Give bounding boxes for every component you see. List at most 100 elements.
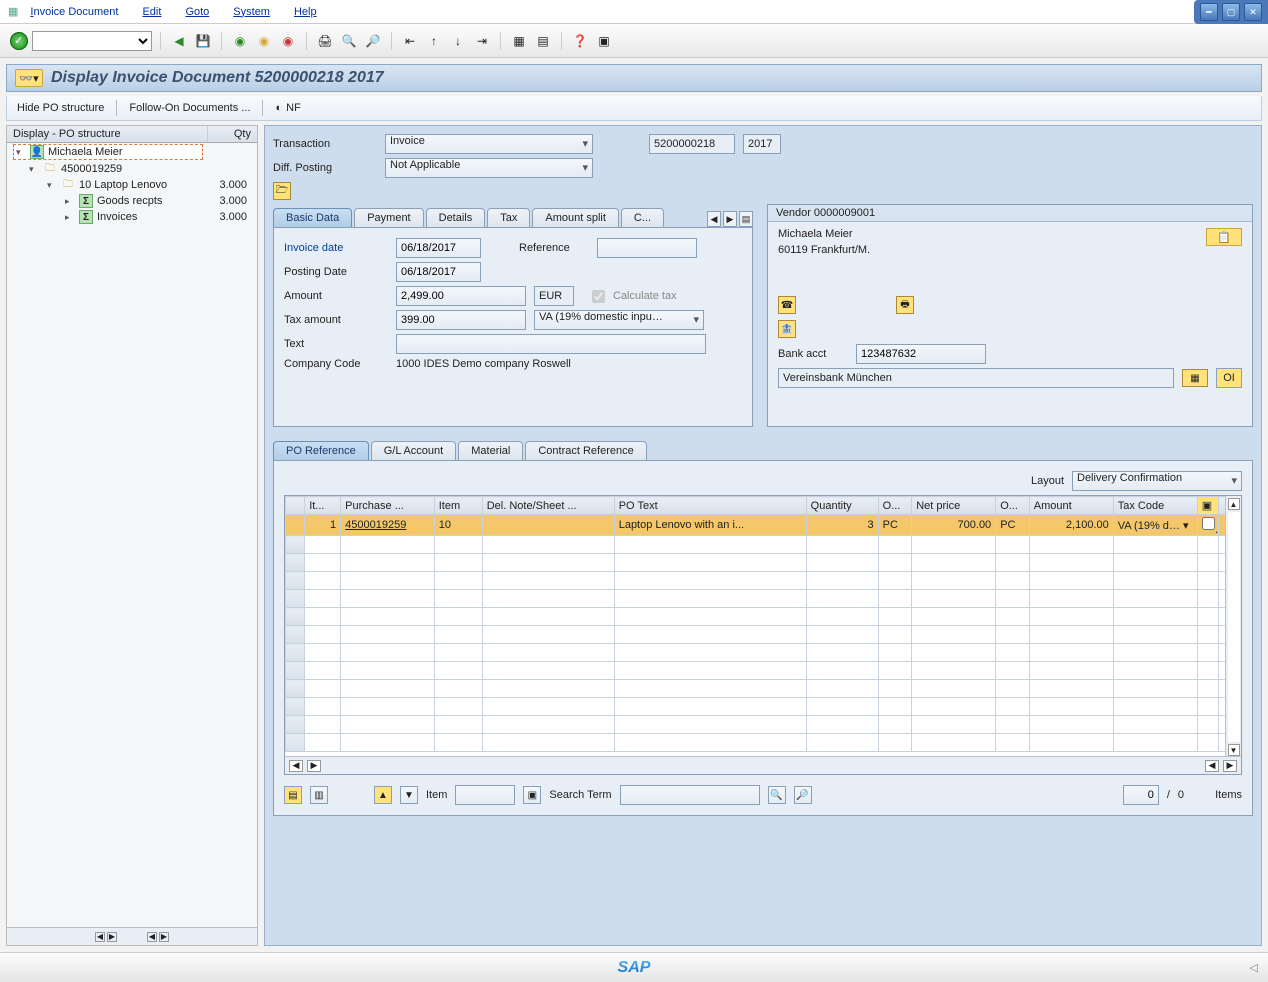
back-icon[interactable]: ◀ [169,31,189,51]
col-order-price-unit[interactable]: O... [996,497,1030,515]
next-page-icon[interactable]: ↓ [448,31,468,51]
last-page-icon[interactable]: ⇥ [472,31,492,51]
select-all-icon[interactable]: ▤ [284,786,302,804]
text-input[interactable] [396,334,706,354]
invoice-date-input[interactable] [396,238,481,258]
posting-date-input[interactable] [396,262,481,282]
command-field[interactable] [32,31,152,51]
tab-contract-reference[interactable]: Contract Reference [525,441,646,460]
deselect-all-icon[interactable]: ▥ [310,786,328,804]
cell-po[interactable]: 4500019259 [341,515,435,536]
customize-icon[interactable]: ▣ [594,31,614,51]
scroll-up-icon[interactable]: ▲ [1228,498,1240,510]
tab-more[interactable]: C... [621,208,664,227]
scroll-down-icon[interactable]: ▼ [1228,744,1240,756]
expand-icon[interactable]: ▾ [29,164,39,175]
back-green-icon[interactable]: ◉ [230,31,250,51]
tab-gl-account[interactable]: G/L Account [371,441,457,460]
bank-acct-input[interactable] [856,344,986,364]
table-row[interactable] [286,626,1241,644]
table-row[interactable] [286,554,1241,572]
exit-yellow-icon[interactable]: ◉ [254,31,274,51]
help-icon[interactable]: ❓ [570,31,590,51]
table-row[interactable] [286,698,1241,716]
scroll-left-icon[interactable]: ◀ [1205,760,1219,772]
scroll-right-icon[interactable]: ▶ [307,760,321,772]
minimize-button[interactable]: ━ [1200,3,1218,21]
tab-payment[interactable]: Payment [354,208,423,227]
table-row[interactable] [286,716,1241,734]
goto-item-icon[interactable]: ▣ [523,786,541,804]
row-selector[interactable] [286,515,305,536]
enter-button[interactable] [10,32,28,50]
table-row[interactable] [286,608,1241,626]
table-row[interactable]: 1 4500019259 10 Laptop Lenovo with an i.… [286,515,1241,536]
expand-icon[interactable]: ▾ [16,147,26,158]
tab-amount-split[interactable]: Amount split [532,208,619,227]
sort-asc-icon[interactable]: ▲ [374,786,392,804]
tax-amount-input[interactable] [396,310,526,330]
vendor-bank-icon[interactable]: 🏦 [778,320,796,338]
scroll-right-icon[interactable]: ▶ [107,932,117,942]
col-po-text[interactable]: PO Text [614,497,806,515]
bank-details-icon[interactable]: ▦ [1182,369,1208,387]
tab-material[interactable]: Material [458,441,523,460]
col-item-no[interactable]: It... [305,497,341,515]
layout-icon[interactable]: ▤ [533,31,553,51]
vendor-print-icon[interactable]: 🖶 [896,296,914,314]
col-amount[interactable]: Amount [1029,497,1113,515]
table-row[interactable] [286,662,1241,680]
reference-input[interactable] [597,238,697,258]
prev-page-icon[interactable]: ↑ [424,31,444,51]
tab-tax[interactable]: Tax [487,208,530,227]
tree-row-po[interactable]: ▾🗀4500019259 [7,161,257,177]
table-row[interactable] [286,590,1241,608]
row-selector-header[interactable] [286,497,305,515]
table-row[interactable] [286,572,1241,590]
table-row[interactable] [286,644,1241,662]
tree-row-item[interactable]: ▾🗀10 Laptop Lenovo 3.000 [7,177,257,193]
scroll-right-icon[interactable]: ▶ [1223,760,1237,772]
col-delivery-note[interactable]: Del. Note/Sheet ... [482,497,614,515]
vendor-details-icon[interactable]: ☎ [778,296,796,314]
menu-system[interactable]: System [233,6,270,18]
menu-goto[interactable]: Goto [185,6,209,18]
follow-on-documents[interactable]: Follow-On Documents ... [129,102,250,114]
status-triangle-icon[interactable]: ◁ [1250,961,1258,974]
col-purchase-order[interactable]: Purchase ... [341,497,435,515]
scroll-right-icon[interactable]: ▶ [159,932,169,942]
vendor-address-button[interactable]: 📋 [1206,228,1242,246]
scroll-left-icon[interactable]: ◀ [95,932,105,942]
tab-list-icon[interactable]: ▤ [739,211,753,227]
layout-select[interactable]: Delivery Confirmation [1072,471,1242,491]
first-page-icon[interactable]: ⇤ [400,31,420,51]
col-tax-code[interactable]: Tax Code [1113,497,1197,515]
tax-code-select[interactable]: VA (19% domestic inpu… [534,310,704,330]
scroll-left-icon[interactable]: ◀ [147,932,157,942]
expand-icon[interactable]: ▸ [65,196,75,207]
tab-prev-icon[interactable]: ◀ [707,211,721,227]
col-quantity[interactable]: Quantity [806,497,878,515]
vertical-scrollbar[interactable]: ▲ ▼ [1225,496,1241,756]
tab-basic-data[interactable]: Basic Data [273,208,352,227]
find-icon[interactable]: 🔍 [768,786,786,804]
col-settings-icon[interactable]: ▣ [1197,497,1219,515]
nf-button[interactable]: ◐NF [275,102,300,114]
menu-help[interactable]: Help [294,6,317,18]
horizontal-scrollbar[interactable]: ◀ ▶ ◀ ▶ [285,756,1241,774]
expand-icon[interactable]: ▾ [47,180,57,191]
scroll-left-icon[interactable]: ◀ [289,760,303,772]
tree-row-vendor[interactable]: ▾👤Michaela Meier [7,143,257,161]
tab-details[interactable]: Details [426,208,486,227]
print-icon[interactable]: 🖨 [315,31,335,51]
cancel-red-icon[interactable]: ◉ [278,31,298,51]
cell-tax-code[interactable]: VA (19% d… ▾ [1113,515,1197,536]
find-next-icon[interactable]: 🔎 [794,786,812,804]
expand-header-icon[interactable]: 🗁 [273,182,291,200]
col-item[interactable]: Item [434,497,482,515]
find-next-icon[interactable]: 🔎 [363,31,383,51]
oi-button[interactable]: OI [1216,368,1242,388]
maximize-button[interactable]: ▢ [1222,3,1240,21]
tree-row-goods-receipts[interactable]: ▸ΣGoods recpts 3.000 [7,193,257,209]
invoice-date-label[interactable]: Invoice date [284,242,343,254]
